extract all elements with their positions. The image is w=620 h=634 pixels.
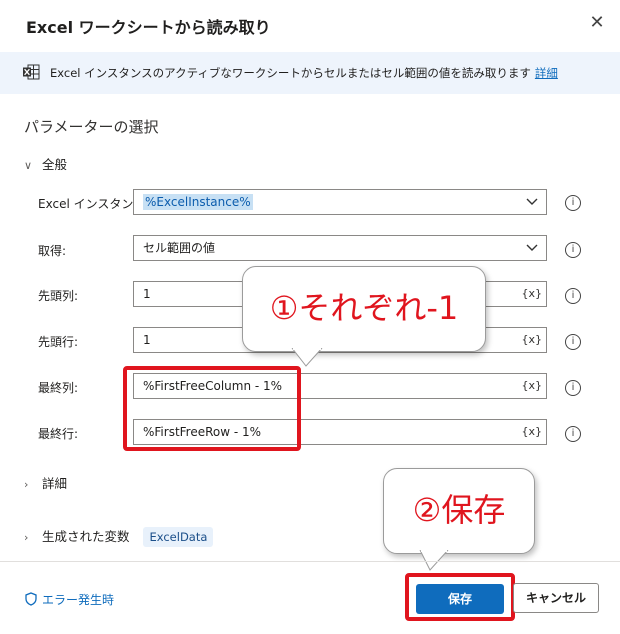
variable-picker-button[interactable]: {x} [521, 282, 542, 306]
info-text: Excel インスタンスのアクティブなワークシートからセルまたはセル範囲の値を読… [50, 65, 558, 81]
chevron-down-icon [526, 244, 538, 251]
save-button[interactable]: 保存 [416, 584, 504, 614]
highlight-box-last-fields [123, 366, 301, 451]
chevron-right-icon: › [24, 478, 29, 491]
chevron-down-icon: ∨ [24, 159, 33, 172]
help-icon[interactable]: i [565, 426, 581, 442]
advanced-group-toggle[interactable]: › 詳細 [24, 473, 67, 492]
close-button[interactable]: ✕ [586, 12, 608, 34]
on-error-link[interactable]: エラー発生時 [24, 591, 114, 608]
excel-instance-value: %ExcelInstance% [143, 194, 253, 210]
chevron-right-icon: › [24, 531, 29, 544]
variable-badge[interactable]: ExcelData [143, 527, 214, 547]
last-row-label: 最終行: [38, 427, 79, 441]
dialog: Excel ワークシートから読み取り ✕ Excel インスタンスのアクティブな… [0, 0, 620, 634]
help-icon[interactable]: i [565, 195, 581, 211]
callout-bubble-1: ①それぞれ-1 [242, 266, 486, 352]
first-column-value: 1 [143, 287, 151, 301]
dialog-title: Excel ワークシートから読み取り [26, 18, 271, 37]
first-row-label: 先頭行: [38, 335, 79, 349]
first-column-label: 先頭列: [38, 289, 79, 303]
generated-variables-toggle[interactable]: › 生成された変数 ExcelData [24, 526, 214, 547]
variable-picker-button[interactable]: {x} [521, 328, 542, 352]
on-error-label: エラー発生時 [42, 593, 115, 607]
variable-picker-button[interactable]: {x} [521, 374, 542, 398]
retrieve-label: 取得: [38, 244, 67, 258]
help-icon[interactable]: i [565, 242, 581, 258]
section-title: パラメーターの選択 [24, 118, 159, 136]
info-description: Excel インスタンスのアクティブなワークシートからセルまたはセル範囲の値を読… [50, 66, 531, 80]
retrieve-dropdown[interactable]: セル範囲の値 [133, 235, 547, 261]
excel-instance-dropdown[interactable]: %ExcelInstance% [133, 189, 547, 215]
advanced-group-label: 詳細 [41, 476, 67, 491]
last-column-label: 最終列: [38, 381, 79, 395]
general-group-label: 全般 [41, 157, 67, 172]
excel-icon [23, 64, 40, 80]
details-link[interactable]: 詳細 [535, 66, 558, 80]
variable-picker-button[interactable]: {x} [521, 420, 542, 444]
help-icon[interactable]: i [565, 380, 581, 396]
generated-variables-label: 生成された変数 [41, 529, 130, 544]
cancel-button[interactable]: キャンセル [513, 583, 599, 613]
shield-icon [25, 592, 37, 606]
first-row-value: 1 [143, 333, 151, 347]
footer-divider [0, 561, 620, 562]
callout-bubble-2: ②保存 [383, 468, 535, 554]
chevron-down-icon [526, 198, 538, 205]
retrieve-value: セル範囲の値 [143, 241, 216, 255]
callout-tail-1 [291, 348, 323, 367]
help-icon[interactable]: i [565, 288, 581, 304]
close-icon: ✕ [589, 12, 605, 33]
general-group-toggle[interactable]: ∨ 全般 [24, 154, 67, 173]
info-bar: Excel インスタンスのアクティブなワークシートからセルまたはセル範囲の値を読… [0, 52, 620, 94]
help-icon[interactable]: i [565, 334, 581, 350]
